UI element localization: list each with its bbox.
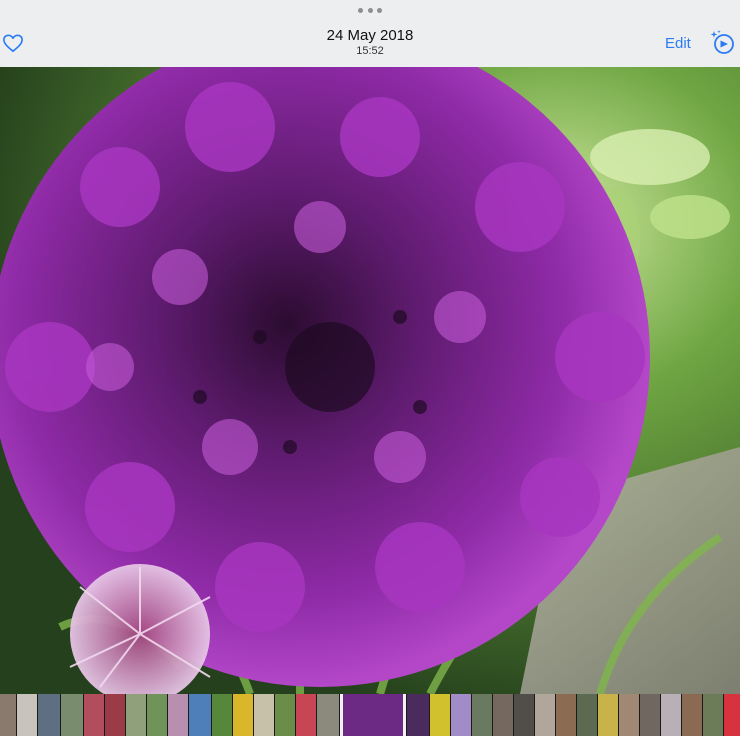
filmstrip-thumbnail[interactable] [640, 694, 660, 736]
filmstrip-thumbnail[interactable] [451, 694, 471, 736]
filmstrip-thumbnail[interactable] [556, 694, 576, 736]
filmstrip-thumbnail[interactable] [514, 694, 534, 736]
filmstrip-thumbnail[interactable] [147, 694, 167, 736]
filmstrip-thumbnail[interactable] [275, 694, 295, 736]
photo-time: 15:52 [356, 45, 384, 57]
filmstrip-thumbnail[interactable] [0, 694, 16, 736]
thumbnail-filmstrip[interactable] [0, 694, 740, 736]
top-toolbar: 24 May 2018 15:52 Edit [0, 0, 740, 68]
filmstrip-thumbnail[interactable] [168, 694, 188, 736]
filmstrip-thumbnail[interactable] [724, 694, 740, 736]
filmstrip-thumbnail[interactable] [212, 694, 232, 736]
filmstrip-thumbnail[interactable] [661, 694, 681, 736]
filmstrip-thumbnail[interactable] [38, 694, 60, 736]
filmstrip-thumbnail[interactable] [61, 694, 83, 736]
more-dots-icon[interactable] [358, 6, 382, 14]
filmstrip-thumbnail[interactable] [189, 694, 211, 736]
main-photo[interactable] [0, 67, 740, 694]
filmstrip-thumbnail[interactable] [430, 694, 450, 736]
filmstrip-thumbnail[interactable] [493, 694, 513, 736]
filmstrip-thumbnail-selected[interactable] [340, 694, 406, 736]
filmstrip-thumbnail[interactable] [619, 694, 639, 736]
filmstrip-thumbnail[interactable] [296, 694, 316, 736]
filmstrip-thumbnail[interactable] [105, 694, 125, 736]
live-photo-magic-icon[interactable] [708, 29, 736, 55]
filmstrip-thumbnail[interactable] [317, 694, 339, 736]
filmstrip-thumbnail[interactable] [126, 694, 146, 736]
filmstrip-thumbnail[interactable] [598, 694, 618, 736]
filmstrip-thumbnail[interactable] [233, 694, 253, 736]
photo-date: 24 May 2018 [326, 27, 414, 44]
edit-button[interactable]: Edit [665, 35, 691, 52]
filmstrip-thumbnail[interactable] [682, 694, 702, 736]
filmstrip-thumbnail[interactable] [254, 694, 274, 736]
filmstrip-thumbnail[interactable] [407, 694, 429, 736]
filmstrip-thumbnail[interactable] [84, 694, 104, 736]
filmstrip-thumbnail[interactable] [535, 694, 555, 736]
filmstrip-thumbnail[interactable] [703, 694, 723, 736]
filmstrip-thumbnail[interactable] [472, 694, 492, 736]
filmstrip-thumbnail[interactable] [577, 694, 597, 736]
filmstrip-thumbnail[interactable] [17, 694, 37, 736]
